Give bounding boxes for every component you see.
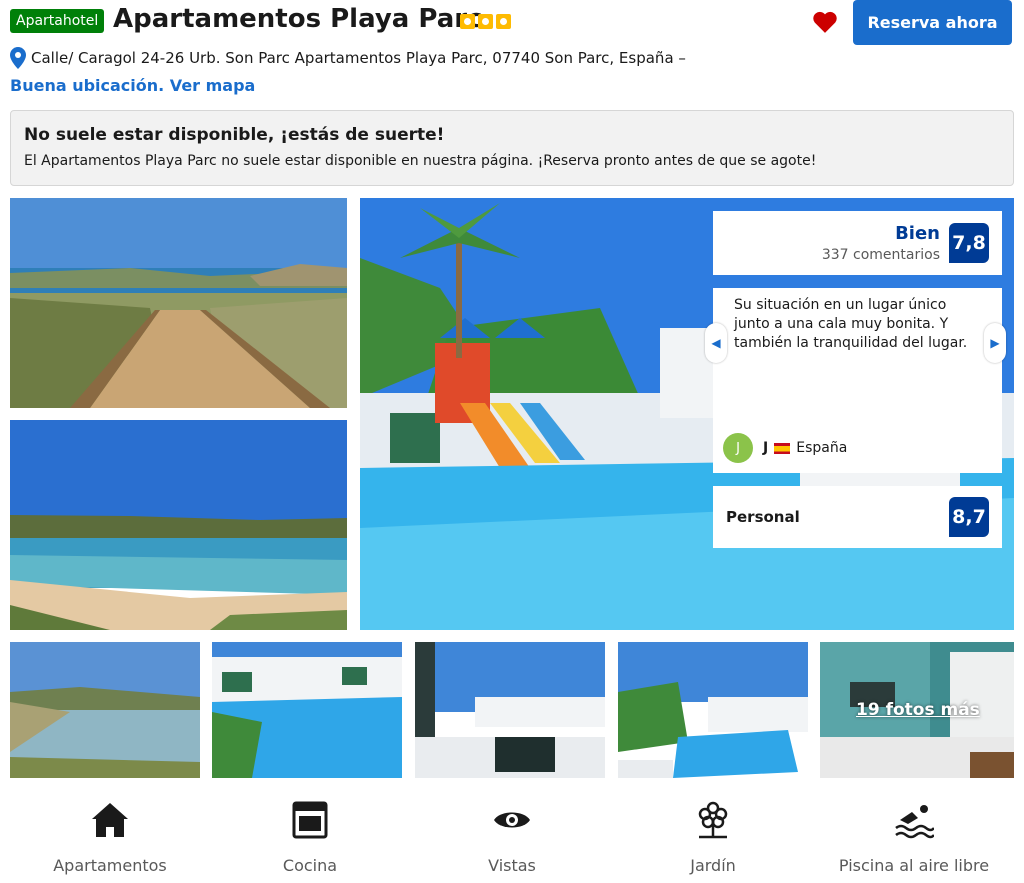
alert-text: El Apartamentos Playa Parc no suele esta… bbox=[24, 153, 817, 169]
amenity-label: Jardín bbox=[690, 856, 736, 875]
amenity-views[interactable]: Vistas bbox=[412, 800, 612, 875]
star-rating bbox=[460, 14, 511, 29]
reserve-now-button[interactable]: Reserva ahora bbox=[853, 0, 1012, 45]
amenity-outdoor-pool[interactable]: Piscina al aire libre bbox=[814, 800, 1014, 875]
star-icon bbox=[460, 14, 475, 29]
property-address: Calle/ Caragol 24-26 Urb. Son Parc Apart… bbox=[31, 49, 686, 67]
amenity-label: Cocina bbox=[282, 856, 338, 875]
thumbnail-terrace[interactable] bbox=[415, 642, 605, 778]
review-count: 337 comentarios bbox=[821, 247, 940, 263]
swimmer-icon bbox=[895, 805, 934, 839]
amenity-label: Vistas bbox=[488, 856, 536, 875]
reviewer-country: España bbox=[796, 440, 848, 456]
rating-word: Bien bbox=[895, 223, 940, 244]
reviewer-row: J J España bbox=[723, 433, 847, 463]
rating-score: 7,8 bbox=[949, 223, 989, 263]
alert-title: No suele estar disponible, ¡estás de sue… bbox=[24, 125, 445, 145]
star-icon bbox=[478, 14, 493, 29]
reviewer-avatar: J bbox=[723, 433, 753, 463]
photo-boardwalk[interactable] bbox=[10, 198, 347, 408]
review-quote: Su situación en un lugar único junto a u… bbox=[734, 297, 968, 351]
review-next-arrow[interactable]: ▶ bbox=[984, 323, 1006, 363]
star-icon bbox=[496, 14, 511, 29]
eye-icon bbox=[494, 812, 530, 828]
featured-review: Su situación en un lugar único junto a u… bbox=[713, 288, 1002, 473]
oven-icon bbox=[292, 801, 328, 839]
flower-icon bbox=[698, 801, 728, 839]
location-pin-icon bbox=[10, 47, 26, 69]
review-prev-arrow[interactable]: ◀ bbox=[705, 323, 727, 363]
property-type-badge: Apartahotel bbox=[10, 9, 105, 33]
property-title: Apartamentos Playa Parc bbox=[113, 4, 483, 34]
amenity-kitchen[interactable]: Cocina bbox=[210, 800, 410, 875]
thumbnail-beach[interactable] bbox=[10, 642, 200, 778]
amenity-apartments[interactable]: Apartamentos bbox=[10, 800, 210, 875]
amenity-label: Piscina al aire libre bbox=[838, 856, 990, 875]
category-score-value: 8,7 bbox=[949, 497, 989, 537]
category-label: Personal bbox=[726, 508, 800, 526]
amenity-garden[interactable]: Jardín bbox=[613, 800, 813, 875]
house-icon bbox=[92, 803, 128, 837]
thumbnail-bedroom[interactable]: 19 fotos más bbox=[820, 642, 1014, 778]
thumbnail-complex-pool[interactable] bbox=[212, 642, 402, 778]
more-photos-label[interactable]: 19 fotos más bbox=[856, 700, 980, 720]
address-row: Calle/ Caragol 24-26 Urb. Son Parc Apart… bbox=[10, 47, 686, 69]
thumbnail-pool-aerial[interactable] bbox=[618, 642, 808, 778]
spain-flag-icon bbox=[774, 442, 791, 454]
reviewer-name: J bbox=[763, 440, 769, 456]
amenity-label: Apartamentos bbox=[53, 856, 167, 875]
photo-bay[interactable] bbox=[10, 420, 347, 630]
heart-icon[interactable] bbox=[812, 10, 838, 34]
availability-alert: No suele estar disponible, ¡estás de sue… bbox=[10, 110, 1014, 186]
category-score: Personal 8,7 bbox=[713, 486, 1002, 548]
rating-summary[interactable]: Bien 337 comentarios 7,8 bbox=[713, 211, 1002, 275]
show-map-link[interactable]: Buena ubicación. Ver mapa bbox=[10, 76, 255, 95]
